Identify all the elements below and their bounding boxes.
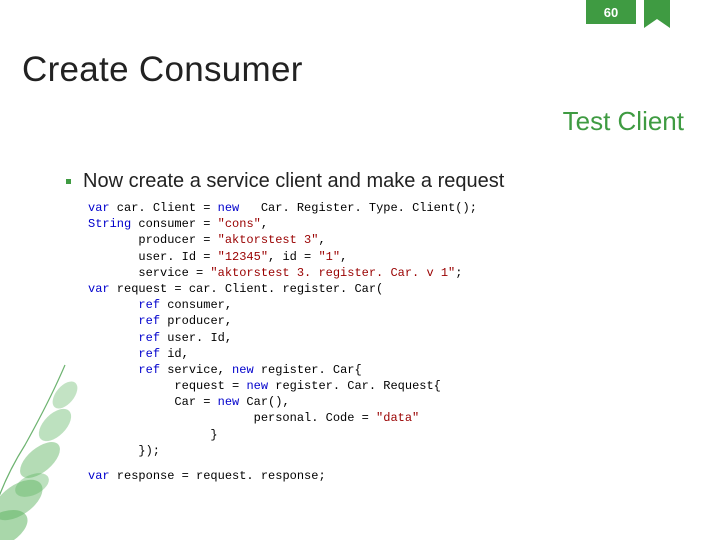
slide: 60 Create Consumer Test Client Now creat… — [0, 0, 720, 540]
slide-subtitle: Test Client — [563, 106, 684, 137]
bullet-text: Now create a service client and make a r… — [83, 170, 504, 193]
code-block-main: var car. Client = new Car. Register. Typ… — [88, 200, 477, 459]
page-number: 60 — [604, 5, 618, 20]
page-number-badge: 60 — [586, 0, 636, 24]
bullet-item: Now create a service client and make a r… — [66, 170, 504, 193]
bookmark-icon — [644, 0, 670, 32]
bullet-dot-icon — [66, 179, 71, 184]
slide-title: Create Consumer — [22, 50, 303, 90]
code-block-response: var response = request. response; — [88, 468, 326, 484]
